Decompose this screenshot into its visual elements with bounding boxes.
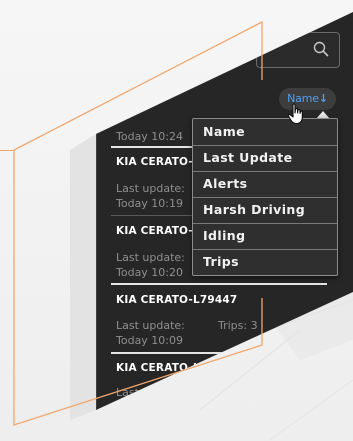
trips-count: Trips: 3: [218, 319, 258, 332]
screenshot-stage: Name ↓ Today 10:24 KIA CERATO- Last updat…: [0, 0, 353, 441]
last-update-time: Today 10:19: [116, 197, 184, 210]
row-time-partial: Today 10:24: [116, 130, 184, 143]
panel-edge: [96, 134, 97, 410]
sort-option-trips[interactable]: Trips: [193, 249, 337, 275]
sort-option-alerts[interactable]: Alerts: [193, 171, 337, 197]
search-icon: [313, 41, 329, 57]
sort-option-name[interactable]: Name: [193, 119, 337, 145]
vehicle-name[interactable]: KIA CERATO-L79447: [116, 294, 237, 306]
last-update-time: Today 10:09: [116, 334, 184, 347]
vehicle-name[interactable]: KIA CERATO-: [116, 156, 193, 168]
sort-option-last-update[interactable]: Last Update: [193, 145, 337, 171]
row-divider: [111, 283, 327, 285]
sort-option-idling[interactable]: Idling: [193, 223, 337, 249]
decor-line: [0, 150, 14, 151]
sort-dropdown-menu: Name Last Update Alerts Harsh Driving Id…: [192, 118, 338, 276]
last-update-label: Last update:: [116, 182, 185, 195]
vehicle-name[interactable]: KIA CERATO-: [116, 225, 193, 237]
sort-arrow-down-icon: ↓: [318, 92, 328, 105]
last-update-label: Last update:: [116, 251, 185, 264]
hand-cursor-icon: [287, 103, 303, 125]
last-update-time: Today 10:20: [116, 266, 184, 279]
sort-option-harsh-driving[interactable]: Harsh Driving: [193, 197, 337, 223]
last-update-label: Last update:: [116, 319, 185, 332]
